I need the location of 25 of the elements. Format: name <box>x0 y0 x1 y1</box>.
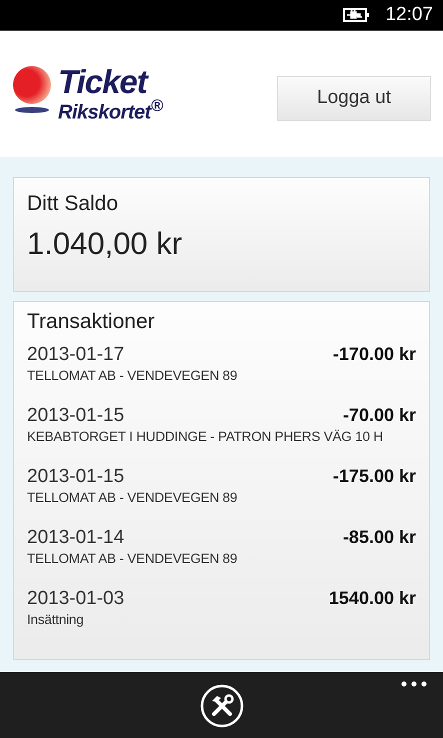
transaction-date: 2013-01-03 <box>27 588 124 610</box>
balance-title: Ditt Saldo <box>27 192 120 216</box>
transaction-amount: -175.00 kr <box>332 466 416 487</box>
transaction-amount: 1540.00 kr <box>328 588 416 609</box>
battery-charging-icon <box>343 7 372 23</box>
transaction-description: TELLOMAT AB - VENDEVEGEN 89 <box>27 368 238 383</box>
logout-button[interactable]: Logga ut <box>277 76 431 120</box>
transactions-title: Transaktioner <box>27 310 156 334</box>
transaction-date: 2013-01-15 <box>27 405 124 427</box>
transaction-date: 2013-01-17 <box>27 344 124 366</box>
transaction-amount: -170.00 kr <box>332 344 416 365</box>
transaction-description: TELLOMAT AB - VENDEVEGEN 89 <box>27 551 238 566</box>
logo-subtitle: Rikskortet$^{®}$ <box>58 98 163 123</box>
logo-title: Ticket <box>58 65 150 98</box>
transaction-date: 2013-01-15 <box>27 466 124 488</box>
transaction-description: KEBABTORGET I HUDDINGE - PATRON PHERS VÄG 10 H <box>27 429 384 444</box>
clock-time: 12:07 <box>385 4 433 26</box>
transaction-amount: -70.00 kr <box>342 405 416 426</box>
transaction-description: Insättning <box>27 612 85 627</box>
balance-amount: 1.040,00 kr <box>27 226 184 262</box>
transaction-description: TELLOMAT AB - VENDEVEGEN 89 <box>27 490 238 505</box>
tools-icon[interactable] <box>200 684 244 728</box>
transaction-amount: -85.00 kr <box>342 527 416 548</box>
more-icon[interactable] <box>401 681 427 687</box>
transaction-date: 2013-01-14 <box>27 527 124 549</box>
